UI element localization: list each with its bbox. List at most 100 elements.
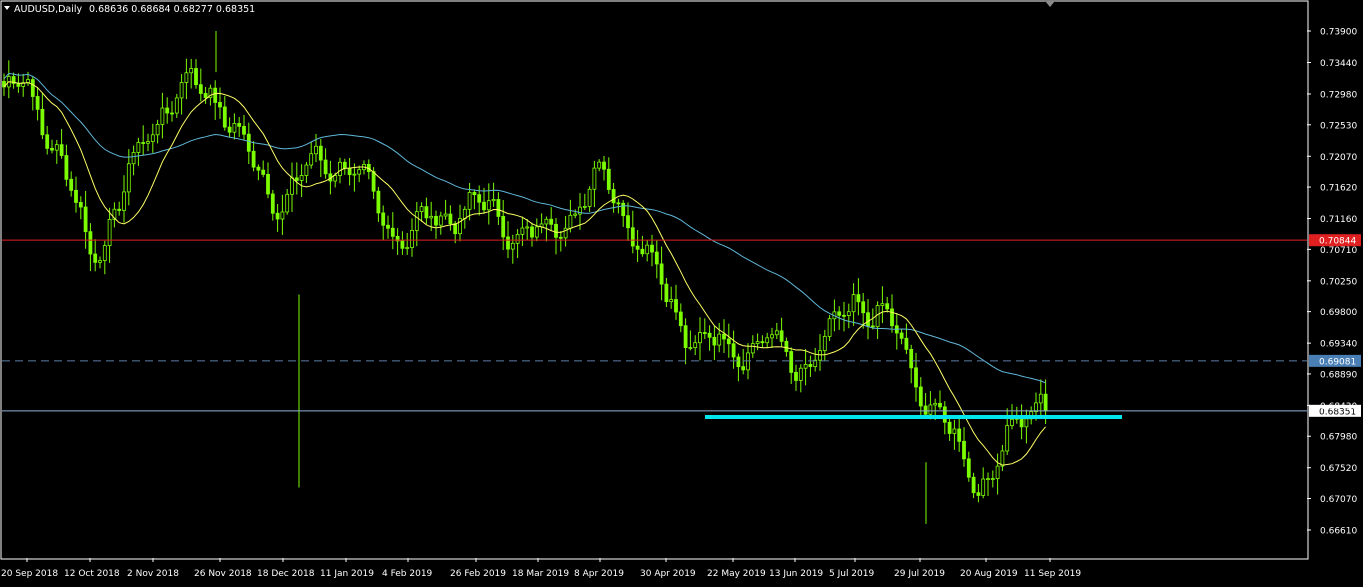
candle-body <box>261 169 266 175</box>
time-tick-label: 11 Jan 2019 <box>320 569 374 579</box>
candle-body <box>448 213 453 225</box>
candle-body <box>904 337 909 350</box>
candle-body <box>616 202 621 205</box>
candle-body <box>856 294 861 303</box>
candle-body <box>976 492 981 496</box>
candle-body <box>78 202 83 208</box>
candle-body <box>501 216 506 238</box>
candle-body <box>928 404 933 415</box>
time-tick-label: 26 Feb 2019 <box>450 569 506 579</box>
time-tick-label: 18 Mar 2019 <box>512 569 569 579</box>
candle-body <box>59 144 64 156</box>
candle-body <box>779 330 784 342</box>
candle-body <box>107 219 112 247</box>
candle-body <box>333 175 338 182</box>
candle-body <box>914 367 918 388</box>
candle-body <box>237 123 242 127</box>
chart-window[interactable]: 0.70844 0.69081 0.68351 0.73900 0.73440 0.72… <box>0 0 1363 583</box>
candle-body <box>285 193 290 213</box>
candle-body <box>405 247 410 249</box>
candle-body <box>146 141 150 144</box>
candle-body <box>482 201 486 211</box>
candle-body <box>952 428 957 434</box>
candle-body <box>573 213 578 216</box>
candle-body <box>846 311 851 316</box>
candle-body <box>784 340 789 352</box>
price-chart[interactable]: 0.708440.690810.68351 0.739000.734400.72… <box>0 0 1363 583</box>
candle-body <box>698 332 702 344</box>
candle-body <box>918 386 923 407</box>
price-tick-label: 0.70250 <box>1320 277 1357 287</box>
candle-body <box>150 134 155 142</box>
candle-body <box>270 193 275 214</box>
time-tick-label: 11 Sep 2019 <box>1024 569 1081 579</box>
candle-body <box>870 325 875 328</box>
candle-body <box>213 87 218 103</box>
candle-body <box>1010 418 1014 427</box>
candle-body <box>342 161 347 169</box>
candle-body <box>971 476 976 494</box>
candle-body <box>477 194 482 203</box>
candle-body <box>1038 393 1043 404</box>
price-tick-label: 0.73900 <box>1320 28 1357 38</box>
candle-body <box>544 218 549 225</box>
candle-body <box>69 178 74 191</box>
candle-body <box>410 229 414 248</box>
candle-body <box>352 173 357 176</box>
candle-body <box>314 145 318 155</box>
candle-body <box>1034 402 1038 413</box>
candle-body <box>746 352 750 371</box>
candle-body <box>40 108 45 136</box>
candle-body <box>707 332 712 338</box>
candle-body <box>717 333 722 346</box>
candle-body <box>54 144 59 151</box>
candle-body <box>626 215 630 229</box>
candle-body <box>712 336 717 346</box>
candle-body <box>506 236 510 250</box>
price-tick-label: 0.67980 <box>1320 433 1357 443</box>
candle-body <box>822 335 827 351</box>
price-tick-label: 0.73440 <box>1320 59 1357 69</box>
candle-body <box>275 212 280 220</box>
candle-body <box>981 478 986 496</box>
time-tick-label: 4 Feb 2019 <box>382 569 433 579</box>
candle-body <box>491 199 496 202</box>
candle-body <box>731 343 736 358</box>
candle-body <box>299 175 304 181</box>
candle-body <box>664 283 669 303</box>
candle-body <box>736 356 741 368</box>
candle-body <box>933 402 938 406</box>
candle-body <box>174 97 179 114</box>
candle-body <box>98 260 102 263</box>
candle-body <box>246 133 251 152</box>
candle-body <box>558 236 563 239</box>
candle-body <box>942 406 947 423</box>
candle-body <box>549 218 554 225</box>
candle-body <box>635 245 640 250</box>
time-tick-label: 12 Oct 2018 <box>64 569 120 579</box>
candle-body <box>885 303 890 310</box>
candle-body <box>630 227 635 247</box>
candle-body <box>520 227 525 235</box>
candle-body <box>702 332 707 334</box>
candle-body <box>726 338 731 345</box>
candle-body <box>1043 393 1048 412</box>
candle-body <box>126 163 131 193</box>
candle-body <box>50 147 54 151</box>
candle-body <box>592 167 597 190</box>
candle-body <box>232 123 237 133</box>
candle-body <box>338 161 342 176</box>
candle-body <box>386 224 390 229</box>
time-tick-label: 5 Jul 2019 <box>829 569 874 579</box>
candle-body <box>290 177 294 195</box>
candle-body <box>659 263 664 285</box>
candle-body <box>194 68 198 86</box>
candle-body <box>88 231 93 255</box>
price-tick-label: 0.69340 <box>1320 340 1357 350</box>
price-tick-label: 0.71620 <box>1320 184 1357 194</box>
candle-body <box>400 240 405 249</box>
candle-body <box>568 214 573 229</box>
candle-body <box>155 124 160 136</box>
candle-body <box>45 134 50 149</box>
candle-body <box>30 79 35 97</box>
